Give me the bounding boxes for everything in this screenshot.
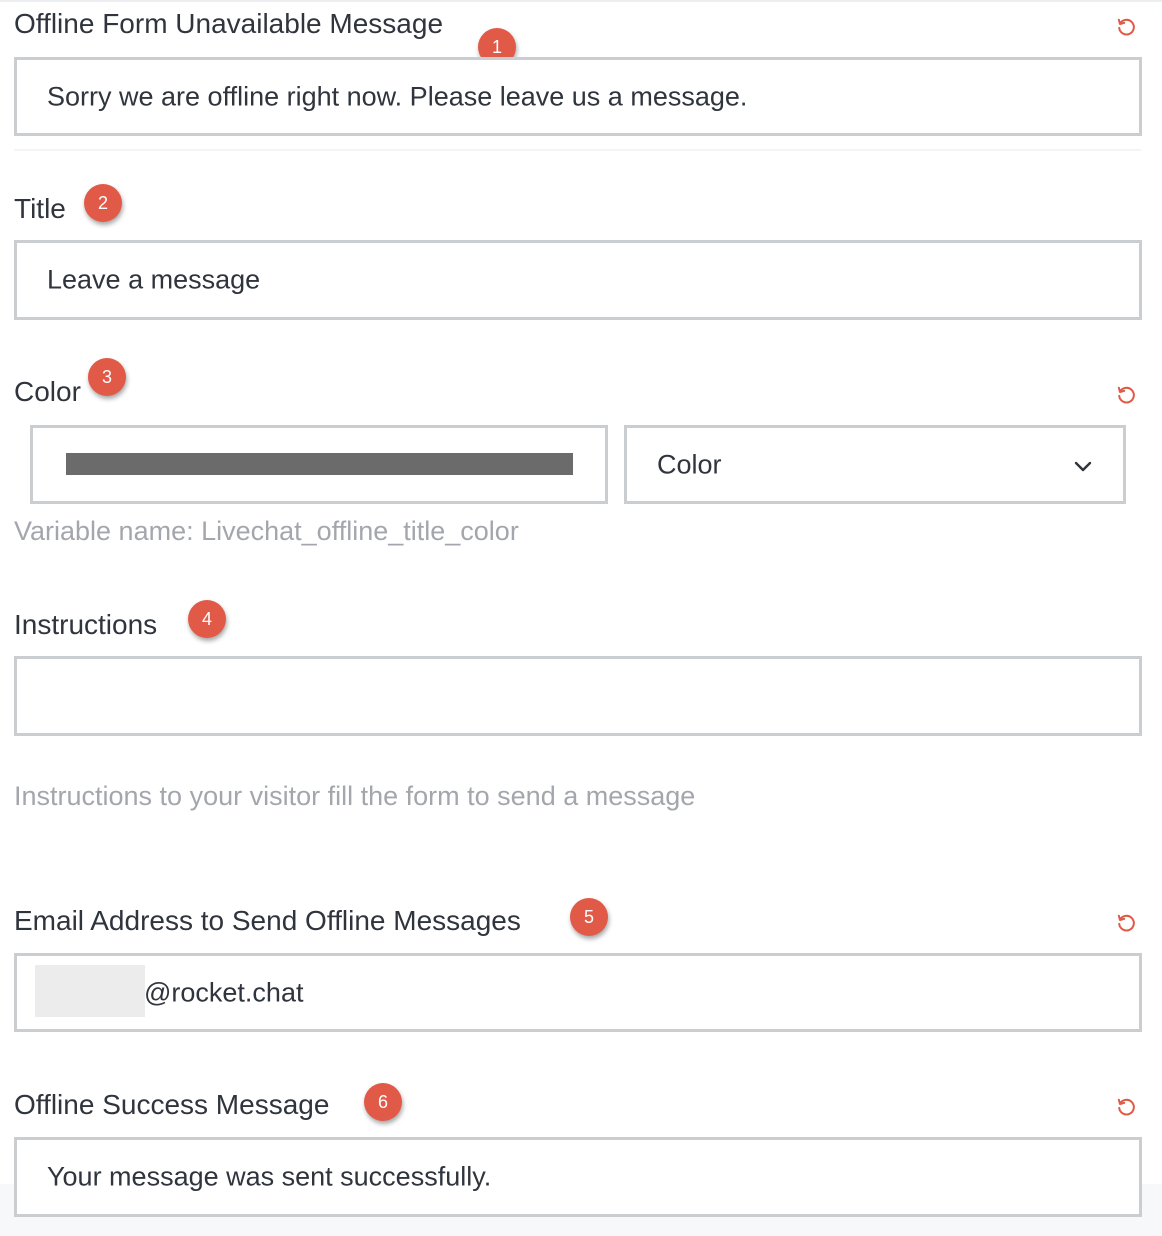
success-value: Your message was sent successfully. xyxy=(47,1161,492,1192)
color-swatch xyxy=(66,453,573,475)
email-input[interactable]: @rocket.chat xyxy=(14,953,1142,1032)
offline-unavailable-input[interactable]: Sorry we are offline right now. Please l… xyxy=(14,57,1142,136)
instructions-hint: Instructions to your visitor fill the fo… xyxy=(14,781,696,811)
section-divider xyxy=(14,149,1141,151)
color-variable-hint: Variable name: Livechat_offline_title_co… xyxy=(14,516,519,546)
reset-icon[interactable] xyxy=(1115,1095,1137,1117)
success-input[interactable]: Your message was sent successfully. xyxy=(14,1137,1142,1217)
color-select-value: Color xyxy=(657,449,722,479)
reset-icon[interactable] xyxy=(1115,911,1137,933)
offline-unavailable-value: Sorry we are offline right now. Please l… xyxy=(47,81,748,111)
reset-icon[interactable] xyxy=(1115,15,1137,37)
title-input[interactable]: Leave a message xyxy=(14,240,1142,320)
instructions-input[interactable] xyxy=(14,656,1142,736)
success-label: Offline Success Message xyxy=(14,1089,330,1120)
instructions-label: Instructions xyxy=(14,609,158,640)
reset-icon[interactable] xyxy=(1115,383,1137,405)
color-label: Color xyxy=(14,376,81,407)
step-badge-5: 5 xyxy=(570,898,608,936)
step-badge-6: 6 xyxy=(364,1083,402,1121)
color-type-select[interactable]: Color xyxy=(624,425,1126,504)
step-badge-4: 4 xyxy=(188,600,226,638)
top-divider xyxy=(0,0,1162,2)
title-label: Title xyxy=(14,193,66,224)
step-badge-2: 2 xyxy=(84,184,122,222)
step-badge-3: 3 xyxy=(88,358,126,396)
color-picker-input[interactable] xyxy=(30,425,608,504)
chevron-down-icon xyxy=(1074,461,1092,472)
redacted-email-prefix xyxy=(35,965,145,1017)
title-value: Leave a message xyxy=(47,264,261,295)
email-value: @rocket.chat xyxy=(144,977,304,1007)
offline-unavailable-label: Offline Form Unavailable Message xyxy=(14,8,444,39)
email-label: Email Address to Send Offline Messages xyxy=(14,905,521,936)
